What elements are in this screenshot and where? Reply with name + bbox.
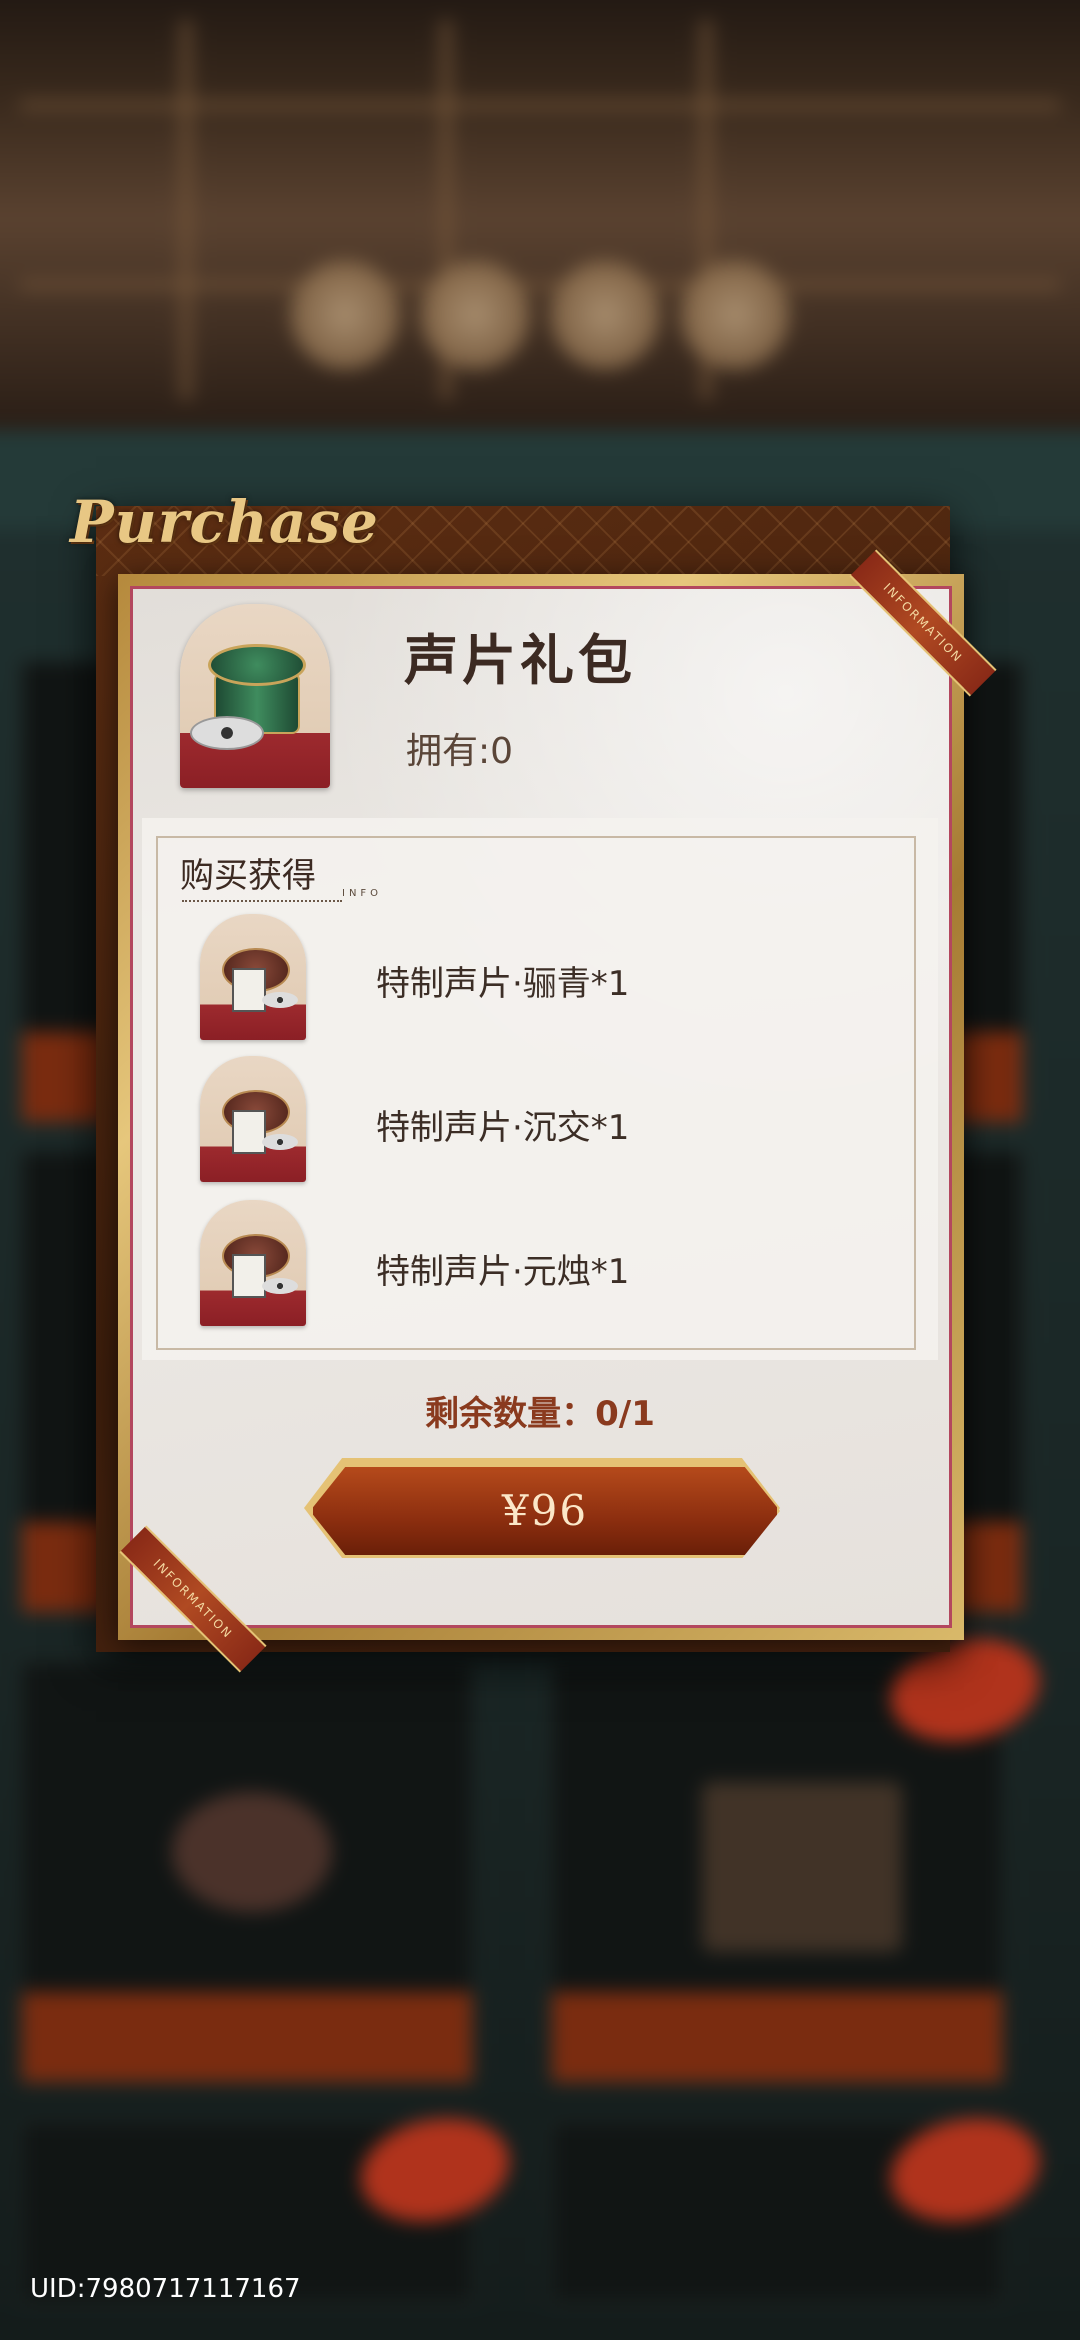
- price-button[interactable]: ¥96: [310, 1464, 780, 1558]
- owned-count: 拥有:0: [406, 731, 514, 772]
- product-title: 声片礼包: [404, 628, 636, 692]
- rewards-divider: [182, 898, 342, 902]
- purchase-logo: Purchase: [70, 488, 379, 556]
- sound-pack-icon: [180, 604, 330, 788]
- shop-card: [20, 1660, 474, 2084]
- shop-banner: [0, 0, 1080, 430]
- user-id-label: UID:7980717117167: [30, 2274, 301, 2304]
- reward-item-label: 特制声片·元烛*1: [376, 1252, 630, 1292]
- rewards-info-tag: INFO: [342, 888, 383, 899]
- reward-item-icon[interactable]: [200, 1056, 306, 1182]
- rewards-heading: 购买获得: [180, 856, 316, 896]
- reward-item-label: 特制声片·沉交*1: [376, 1108, 630, 1148]
- reward-item-icon[interactable]: [200, 914, 306, 1040]
- reward-item-label: 特制声片·骊青*1: [376, 964, 630, 1004]
- reward-item-icon[interactable]: [200, 1200, 306, 1326]
- remaining-count: 剩余数量：0/1: [425, 1394, 655, 1434]
